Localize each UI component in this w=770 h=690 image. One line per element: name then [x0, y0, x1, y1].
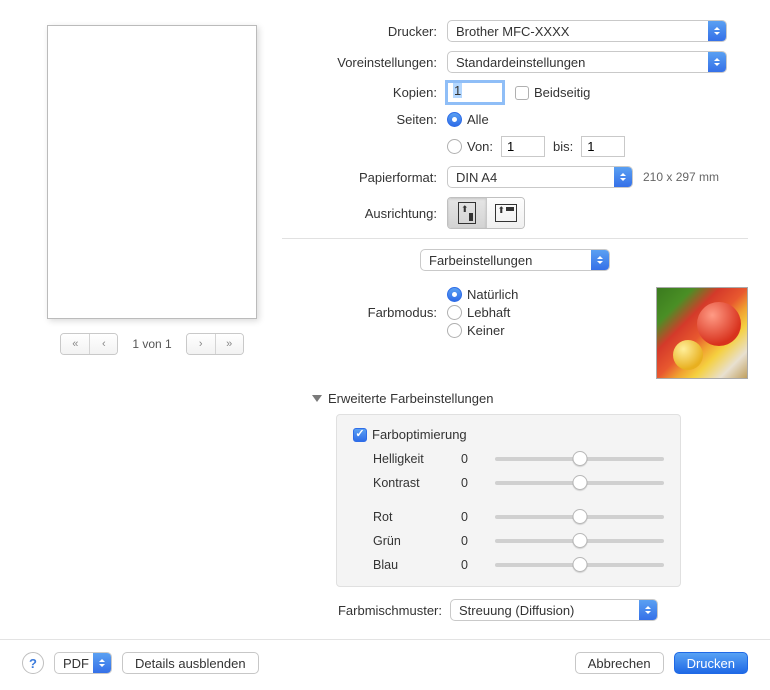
pages-all-radio[interactable] [447, 112, 462, 127]
pages-to-label: bis: [553, 139, 573, 154]
pages-from-label: Von: [467, 139, 493, 154]
print-preview-area: « ‹ 1 von 1 › » [22, 20, 282, 627]
papersize-value: DIN A4 [456, 170, 497, 185]
printer-label: Drucker: [282, 24, 447, 39]
pdf-label: PDF [63, 656, 89, 671]
doublesided-checkbox[interactable] [515, 86, 529, 100]
red-label: Rot [353, 510, 461, 524]
blue-value: 0 [461, 558, 489, 572]
colormode-natural-label: Natürlich [467, 287, 518, 302]
colormode-none-label: Keiner [467, 323, 505, 338]
presets-select[interactable]: Standardeinstellungen [447, 51, 727, 73]
green-label: Grün [353, 534, 461, 548]
papersize-label: Papierformat: [282, 170, 447, 185]
pages-from-input[interactable] [501, 136, 545, 157]
printer-select[interactable]: Brother MFC-XXXX [447, 20, 727, 42]
copies-input[interactable]: 1 [447, 82, 503, 103]
brightness-value: 0 [461, 452, 489, 466]
orientation-portrait-button[interactable] [448, 198, 486, 228]
landscape-icon [495, 204, 517, 222]
color-preview-image [656, 287, 748, 379]
orientation-landscape-button[interactable] [486, 198, 524, 228]
contrast-slider[interactable] [495, 481, 664, 485]
orientation-label: Ausrichtung: [282, 206, 447, 221]
pdf-dropdown[interactable]: PDF [54, 652, 112, 674]
papersize-select[interactable]: DIN A4 [447, 166, 633, 188]
halftone-value: Streuung (Diffusion) [459, 603, 574, 618]
copies-value: 1 [453, 83, 462, 98]
dropdown-arrows-icon [614, 167, 632, 187]
prev-page-button[interactable]: ‹ [89, 334, 117, 354]
portrait-icon [458, 202, 476, 224]
section-select-value: Farbeinstellungen [429, 253, 532, 268]
pages-range-radio[interactable] [447, 139, 462, 154]
colormode-vivid-radio[interactable] [447, 305, 462, 320]
dropdown-arrows-icon [708, 21, 726, 41]
advanced-disclosure-label: Erweiterte Farbeinstellungen [328, 391, 493, 406]
section-select[interactable]: Farbeinstellungen [420, 249, 610, 271]
dropdown-arrows-icon [93, 653, 111, 673]
preview-sheet [47, 25, 257, 319]
next-page-button[interactable]: › [187, 334, 215, 354]
brightness-slider[interactable] [495, 457, 664, 461]
print-button[interactable]: Drucken [674, 652, 748, 674]
page-indicator: 1 von 1 [132, 337, 171, 351]
red-slider[interactable] [495, 515, 664, 519]
green-value: 0 [461, 534, 489, 548]
printer-value: Brother MFC-XXXX [456, 24, 569, 39]
details-toggle-button[interactable]: Details ausblenden [122, 652, 259, 674]
presets-value: Standardeinstellungen [456, 55, 585, 70]
blue-label: Blau [353, 558, 461, 572]
color-optimize-checkbox[interactable] [353, 428, 367, 442]
disclosure-triangle-icon[interactable] [312, 395, 322, 402]
doublesided-label: Beidseitig [534, 85, 590, 100]
pages-all-label: Alle [467, 112, 489, 127]
advanced-color-settings-box: Farboptimierung Helligkeit 0 Kontrast 0 … [336, 414, 681, 587]
colormode-label: Farbmodus: [282, 305, 447, 320]
halftone-label: Farbmischmuster: [336, 603, 450, 618]
color-optimize-label: Farboptimierung [372, 427, 467, 442]
copies-label: Kopien: [282, 85, 447, 100]
dropdown-arrows-icon [639, 600, 657, 620]
dropdown-arrows-icon [591, 250, 609, 270]
brightness-label: Helligkeit [353, 452, 461, 466]
first-page-button[interactable]: « [61, 334, 89, 354]
red-value: 0 [461, 510, 489, 524]
colormode-none-radio[interactable] [447, 323, 462, 338]
colormode-vivid-label: Lebhaft [467, 305, 510, 320]
contrast-value: 0 [461, 476, 489, 490]
help-button[interactable]: ? [22, 652, 44, 674]
green-slider[interactable] [495, 539, 664, 543]
cancel-button[interactable]: Abbrechen [575, 652, 664, 674]
divider [282, 238, 748, 239]
dropdown-arrows-icon [708, 52, 726, 72]
paper-dimensions: 210 x 297 mm [643, 170, 719, 184]
contrast-label: Kontrast [353, 476, 461, 490]
halftone-select[interactable]: Streuung (Diffusion) [450, 599, 658, 621]
pages-to-input[interactable] [581, 136, 625, 157]
colormode-natural-radio[interactable] [447, 287, 462, 302]
presets-label: Voreinstellungen: [282, 55, 447, 70]
last-page-button[interactable]: » [215, 334, 243, 354]
blue-slider[interactable] [495, 563, 664, 567]
pages-label: Seiten: [282, 112, 447, 127]
